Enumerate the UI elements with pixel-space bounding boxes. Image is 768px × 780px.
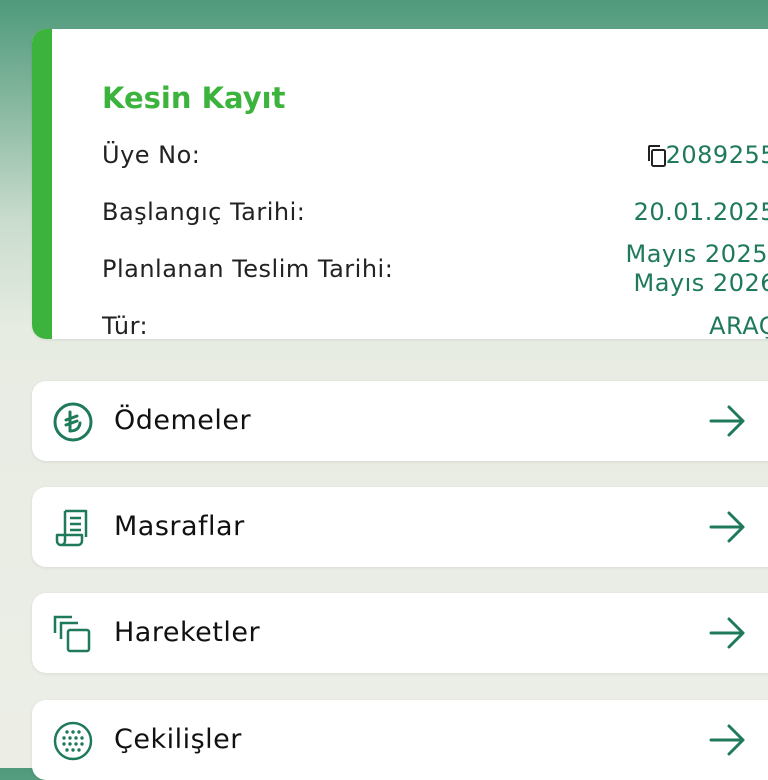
type-label: Tür: (102, 312, 148, 339)
planned-delivery-value: Mayıs 2025 Mayıs 2026 (626, 240, 768, 298)
lira-icon (52, 401, 94, 443)
menu-item-label: Hareketler (114, 617, 260, 648)
member-no-value[interactable]: 2089255 (666, 141, 768, 169)
membership-info-card: Kesin Kayıt Üye No: 2089255 Başlangıç Ta… (32, 29, 768, 339)
member-no-label: Üye No: (102, 141, 200, 169)
menu-item-transactions[interactable]: Hareketler (32, 593, 768, 673)
receipt-icon (52, 507, 94, 549)
arrow-right-icon (708, 509, 748, 545)
arrow-right-icon (708, 615, 748, 651)
stacked-squares-icon (52, 613, 94, 655)
arrow-right-icon (708, 403, 748, 439)
registration-status-title: Kesin Kayıt (102, 81, 285, 115)
arrow-right-icon (708, 722, 748, 758)
start-date-value: 20.01.2025 (634, 198, 768, 226)
menu-item-label: Masraflar (114, 511, 245, 542)
menu-item-label: Ödemeler (114, 405, 251, 436)
menu-item-expenses[interactable]: Masraflar (32, 487, 768, 567)
planned-delivery-line1: Mayıs 2025 (626, 240, 768, 269)
menu-item-draws[interactable]: Çekilişler (32, 700, 768, 780)
card-accent-bar (32, 29, 52, 339)
planned-delivery-line2: Mayıs 2026 (626, 269, 768, 298)
start-date-label: Başlangıç Tarihi: (102, 198, 305, 226)
menu-item-payments[interactable]: Ödemeler (32, 381, 768, 461)
type-value: ARAÇ (709, 312, 768, 339)
menu-item-label: Çekilişler (114, 724, 242, 755)
planned-delivery-label: Planlanan Teslim Tarihi: (102, 255, 393, 283)
lottery-ball-icon (52, 720, 94, 762)
